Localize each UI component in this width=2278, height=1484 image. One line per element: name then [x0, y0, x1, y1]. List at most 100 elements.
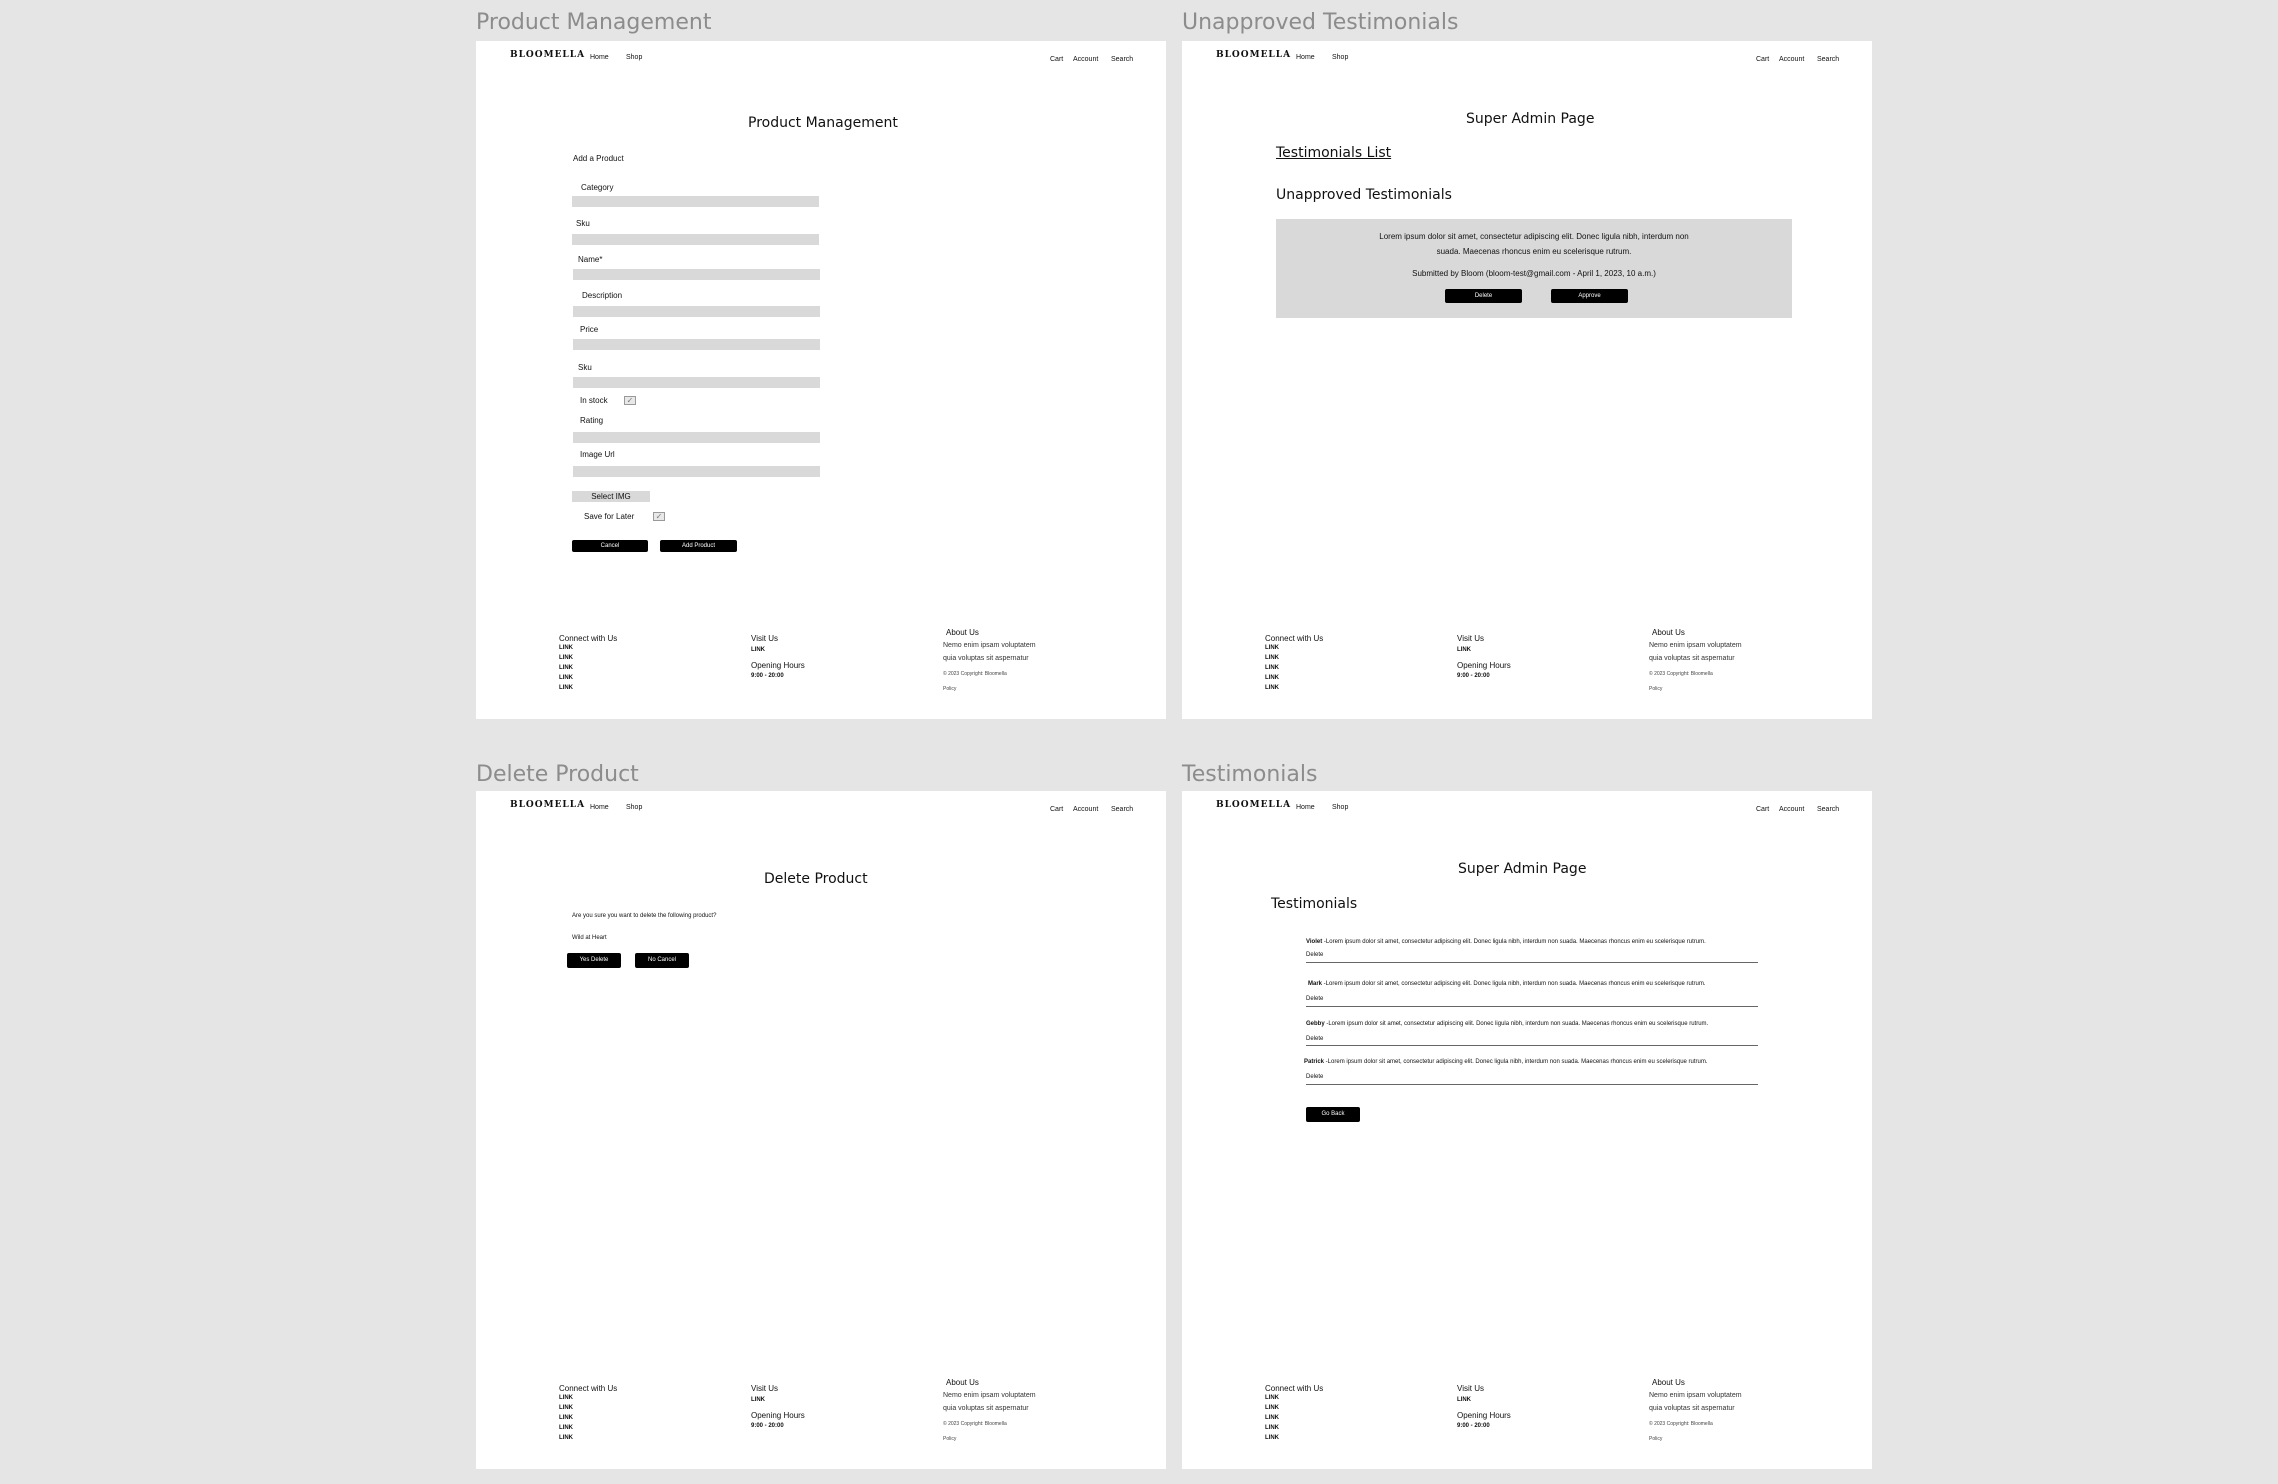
footer-link[interactable]: LINK [1265, 645, 1279, 651]
nav-cart-link[interactable]: Cart [1756, 806, 1769, 813]
nav-shop-link[interactable]: Shop [1332, 804, 1348, 811]
footer-about-text: Nemo enim ipsam voluptatem [1649, 642, 1742, 649]
footer-link[interactable]: LINK [1457, 647, 1471, 653]
footer-link[interactable]: LINK [559, 1435, 573, 1441]
logo[interactable]: BLOOMELLA [510, 800, 585, 810]
go-back-button[interactable]: Go Back [1306, 1107, 1360, 1122]
footer-link[interactable]: LINK [1265, 1405, 1279, 1411]
nav-search-link[interactable]: Search [1111, 806, 1133, 813]
footer-link[interactable]: LINK [1265, 655, 1279, 661]
footer-link[interactable]: LINK [559, 645, 573, 651]
footer-hours: 9:00 - 20:00 [751, 1423, 784, 1429]
save-for-later-checkbox[interactable]: ✓ [653, 512, 665, 521]
footer-link[interactable]: LINK [559, 1405, 573, 1411]
cancel-button[interactable]: Cancel [572, 540, 648, 552]
divider [1306, 962, 1758, 963]
nav-account-link[interactable]: Account [1073, 806, 1098, 813]
frame-title-testimonials: Testimonials [1182, 762, 1318, 787]
delete-link[interactable]: Delete [1306, 996, 1323, 1002]
name-field[interactable] [573, 269, 820, 280]
logo[interactable]: BLOOMELLA [1216, 50, 1291, 60]
footer-link[interactable]: LINK [559, 1415, 573, 1421]
nav-account-link[interactable]: Account [1779, 56, 1804, 63]
footer-visit-heading: Visit Us [1457, 634, 1484, 643]
logo[interactable]: BLOOMELLA [510, 50, 585, 60]
nav-shop-link[interactable]: Shop [626, 54, 642, 61]
footer-policy-link[interactable]: Policy [943, 686, 956, 692]
footer-link[interactable]: LINK [559, 1395, 573, 1401]
sku-field[interactable] [572, 234, 819, 245]
nav-search-link[interactable]: Search [1111, 56, 1133, 63]
image-url-field[interactable] [573, 466, 820, 477]
frame-delete-product: BLOOMELLA Home Shop Cart Account Search … [476, 791, 1166, 1469]
footer-copyright: © 2023 Copyright: Bloomella [943, 1421, 1007, 1427]
testimonials-list-link[interactable]: Testimonials List [1276, 145, 1391, 161]
testimonial-card: Lorem ipsum dolor sit amet, consectetur … [1276, 219, 1792, 318]
nav-search-link[interactable]: Search [1817, 806, 1839, 813]
nav-account-link[interactable]: Account [1073, 56, 1098, 63]
select-img-button[interactable]: Select IMG [572, 491, 650, 502]
price-field[interactable] [573, 339, 820, 350]
description-label: Description [582, 291, 623, 300]
nav-account-link[interactable]: Account [1779, 806, 1804, 813]
frame-testimonials: BLOOMELLA Home Shop Cart Account Search … [1182, 791, 1872, 1469]
yes-delete-button[interactable]: Yes Delete [567, 953, 621, 968]
delete-link[interactable]: Delete [1306, 1036, 1323, 1042]
footer-policy-link[interactable]: Policy [1649, 1436, 1662, 1442]
footer-about-heading: About Us [946, 1378, 979, 1387]
nav-home-link[interactable]: Home [590, 54, 609, 61]
delete-link[interactable]: Delete [1306, 1074, 1323, 1080]
testimonial-author: Mark [1308, 981, 1323, 987]
footer-link[interactable]: LINK [559, 1425, 573, 1431]
footer-link[interactable]: LINK [1265, 675, 1279, 681]
delete-link[interactable]: Delete [1306, 952, 1323, 958]
footer-link[interactable]: LINK [559, 655, 573, 661]
footer-about-text: Nemo enim ipsam voluptatem [1649, 1392, 1742, 1399]
footer-connect-heading: Connect with Us [1265, 1384, 1324, 1393]
nav-cart-link[interactable]: Cart [1050, 56, 1063, 63]
testimonial-item: Mark -Lorem ipsum dolor sit amet, consec… [1308, 981, 1706, 987]
footer-link[interactable]: LINK [559, 675, 573, 681]
in-stock-label: In stock [580, 396, 608, 405]
footer-policy-link[interactable]: Policy [943, 1436, 956, 1442]
footer-policy-link[interactable]: Policy [1649, 686, 1662, 692]
footer-link[interactable]: LINK [559, 685, 573, 691]
nav-home-link[interactable]: Home [1296, 54, 1315, 61]
divider [1306, 1006, 1758, 1007]
nav-cart-link[interactable]: Cart [1756, 56, 1769, 63]
testimonial-author: Patrick [1304, 1059, 1325, 1065]
footer-hours: 9:00 - 20:00 [1457, 1423, 1490, 1429]
logo[interactable]: BLOOMELLA [1216, 800, 1291, 810]
add-product-button[interactable]: Add Product [660, 540, 737, 552]
footer-link[interactable]: LINK [1265, 1425, 1279, 1431]
footer-about-heading: About Us [1652, 628, 1685, 637]
footer-link[interactable]: LINK [1265, 1395, 1279, 1401]
delete-button[interactable]: Delete [1445, 289, 1522, 303]
nav-home-link[interactable]: Home [1296, 804, 1315, 811]
nav-shop-link[interactable]: Shop [626, 804, 642, 811]
footer-link[interactable]: LINK [1265, 685, 1279, 691]
sku-field-2[interactable] [573, 377, 820, 388]
nav-search-link[interactable]: Search [1817, 56, 1839, 63]
nav-cart-link[interactable]: Cart [1050, 806, 1063, 813]
approve-button[interactable]: Approve [1551, 289, 1628, 303]
nav-shop-link[interactable]: Shop [1332, 54, 1348, 61]
footer-link[interactable]: LINK [1265, 1435, 1279, 1441]
description-field[interactable] [573, 306, 820, 317]
footer-link[interactable]: LINK [1265, 665, 1279, 671]
in-stock-checkbox[interactable]: ✓ [624, 396, 636, 405]
footer-link[interactable]: LINK [559, 665, 573, 671]
no-cancel-button[interactable]: No Cancel [635, 953, 689, 968]
footer-about-heading: About Us [946, 628, 979, 637]
testimonial-text: -Lorem ipsum dolor sit amet, consectetur… [1324, 1021, 1709, 1027]
rating-field[interactable] [573, 432, 820, 443]
category-field[interactable] [572, 196, 819, 207]
footer-link[interactable]: LINK [751, 1397, 765, 1403]
footer-link[interactable]: LINK [1265, 1415, 1279, 1421]
section-heading: Unapproved Testimonials [1276, 187, 1452, 203]
nav-home-link[interactable]: Home [590, 804, 609, 811]
footer-link[interactable]: LINK [751, 647, 765, 653]
footer-connect-heading: Connect with Us [559, 1384, 618, 1393]
footer-link[interactable]: LINK [1457, 1397, 1471, 1403]
frame-title-unapproved-testimonials: Unapproved Testimonials [1182, 10, 1459, 35]
